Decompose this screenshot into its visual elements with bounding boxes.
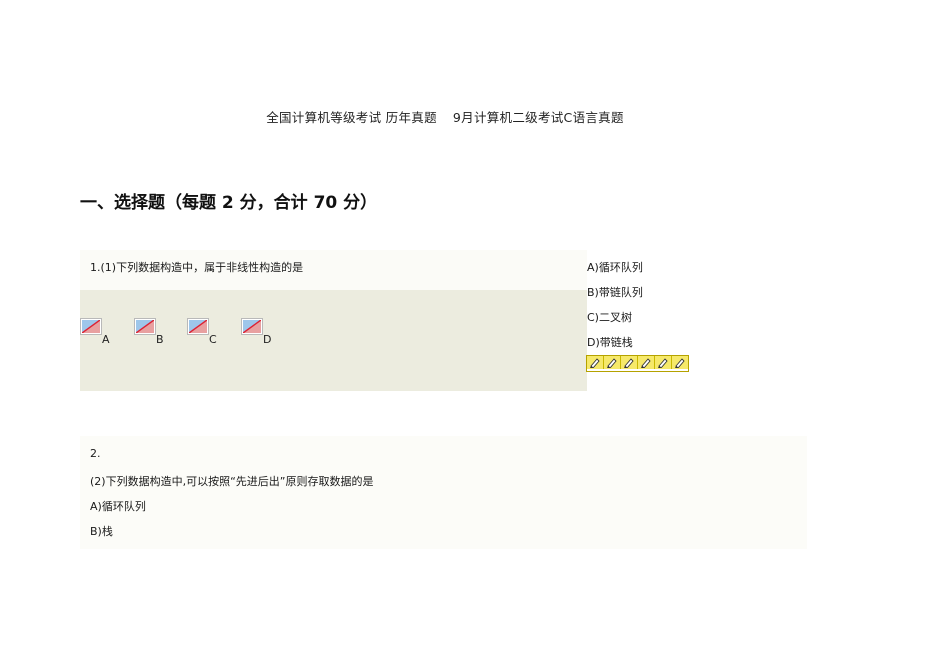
image-choice-b[interactable]: B — [134, 318, 194, 348]
image-choice-label: D — [263, 333, 272, 346]
question-2-block — [80, 436, 807, 549]
section-heading: 一、选择题（每题 2 分，合计 70 分） — [80, 193, 378, 213]
broken-image-icon — [187, 318, 209, 335]
pencil-icon — [621, 356, 638, 369]
pencil-icon — [638, 356, 655, 369]
broken-image-icon — [134, 318, 156, 335]
question-2-option-b[interactable]: B)栈 — [90, 523, 113, 539]
question-1-option-a[interactable]: A)循环队列 — [587, 259, 643, 275]
question-2-prompt: (2)下列数据构造中,可以按照“先进后出”原则存取数据的是 — [90, 475, 374, 488]
image-choice-label: C — [209, 333, 217, 346]
question-1-option-d[interactable]: D)带链栈 — [587, 334, 633, 350]
image-choice-d[interactable]: D — [241, 318, 301, 348]
broken-image-icon — [80, 318, 102, 335]
pencil-icon-strip — [586, 355, 689, 372]
document-title: 全国计算机等级考试 历年真题 9月计算机二级考试C语言真题 — [0, 107, 890, 126]
title-right: 9月计算机二级考试C语言真题 — [452, 110, 624, 125]
image-choice-label: B — [156, 333, 164, 346]
image-choice-a[interactable]: A — [80, 318, 140, 348]
question-1-option-b[interactable]: B)带链队列 — [587, 284, 643, 300]
pencil-icon — [604, 356, 621, 369]
image-choice-label: A — [102, 333, 110, 346]
broken-image-icon — [241, 318, 263, 335]
pencil-icon — [672, 356, 688, 369]
pencil-icon — [655, 356, 672, 369]
title-left: 全国计算机等级考试 历年真题 — [266, 110, 437, 125]
pencil-icon — [587, 356, 604, 369]
question-2-number: 2. — [90, 447, 101, 460]
question-2-option-a[interactable]: A)循环队列 — [90, 498, 146, 514]
question-1-option-c[interactable]: C)二叉树 — [587, 309, 632, 325]
question-1-prompt: 1.(1)下列数据构造中，属于非线性构造的是 — [90, 261, 304, 274]
image-choice-c[interactable]: C — [187, 318, 247, 348]
